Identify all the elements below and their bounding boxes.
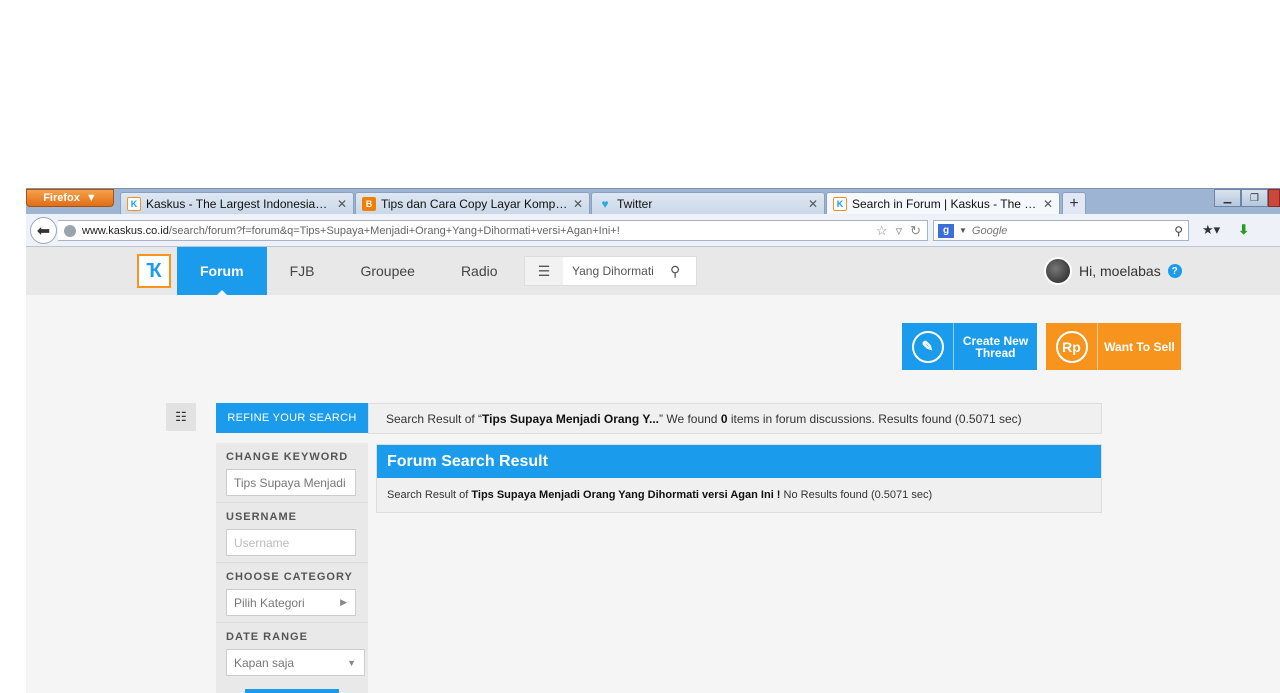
summary-suffix: items in forum discussions. Results foun…: [727, 411, 1022, 426]
download-icon[interactable]: ⬇: [1238, 222, 1249, 238]
globe-icon: [64, 224, 76, 237]
site-search: ☰ Yang Dihormati ⚲: [524, 256, 697, 286]
google-icon: g: [938, 223, 954, 238]
nav-radio[interactable]: Radio: [438, 247, 521, 295]
result-query: Tips Supaya Menjadi Orang Yang Dihormati…: [471, 489, 781, 501]
date-range-select[interactable]: Kapan saja ▼: [226, 649, 365, 676]
reload-icon[interactable]: ↻: [910, 223, 921, 239]
category-group: CHOOSE CATEGORY Pilih Kategori ▶: [216, 563, 368, 623]
browser-tab-kaskus[interactable]: K Kaskus - The Largest Indonesian Com...…: [120, 192, 354, 215]
firefox-menu-button[interactable]: Firefox ▼: [26, 189, 114, 207]
rupiah-icon: Rp: [1055, 330, 1088, 363]
list-icon[interactable]: ☰: [525, 257, 563, 285]
restore-button[interactable]: ❐: [1241, 189, 1268, 207]
avatar[interactable]: [1044, 257, 1072, 285]
nav-fjb[interactable]: FJB: [267, 247, 338, 295]
result-prefix: Search Result of: [387, 489, 472, 501]
category-value: Pilih Kategori: [234, 595, 305, 610]
category-select[interactable]: Pilih Kategori ▶: [226, 589, 356, 616]
username-input[interactable]: Username: [226, 529, 356, 556]
toolbar-icons: ★▾ ⬇: [1202, 222, 1249, 238]
username-label: USERNAME: [226, 511, 297, 523]
twitter-favicon-icon: ♥: [601, 197, 609, 211]
chevron-down-icon[interactable]: ▼: [959, 226, 967, 235]
search-icon[interactable]: ⚲: [1174, 224, 1183, 238]
main-nav: Forum FJB Groupee Radio: [177, 247, 521, 295]
blank-area: [0, 0, 1280, 188]
result-title: Forum Search Result: [377, 445, 1101, 478]
list-toggle-icon[interactable]: ☷: [166, 403, 196, 431]
browser-tabstrip: Firefox ▼ K Kaskus - The Largest Indones…: [26, 188, 1280, 215]
summary-prefix: Search Result of “: [386, 411, 483, 426]
blogger-favicon-icon: B: [362, 197, 376, 211]
want-to-sell-button[interactable]: Rp Want To Sell: [1046, 323, 1181, 370]
bookmarks-menu-icon[interactable]: ★▾: [1202, 222, 1220, 238]
help-icon[interactable]: ?: [1167, 264, 1182, 278]
site-search-input[interactable]: Yang Dihormati: [563, 264, 670, 278]
nav-groupee[interactable]: Groupee: [337, 247, 437, 295]
search-placeholder: Google: [971, 224, 1008, 237]
search-submit-button[interactable]: [245, 689, 339, 693]
keyword-group: CHANGE KEYWORD Tips Supaya Menjadi: [216, 443, 368, 503]
browser-tab-tips[interactable]: B Tips dan Cara Copy Layar Komputer ... …: [355, 192, 590, 215]
kaskus-favicon-icon: K: [127, 197, 141, 211]
tab-label: Search in Forum | Kaskus - The Large...: [852, 197, 1038, 211]
pencil-icon: ✎: [911, 330, 944, 363]
browser-tab-search[interactable]: K Search in Forum | Kaskus - The Large..…: [826, 192, 1060, 215]
search-icon[interactable]: ⚲: [670, 263, 696, 280]
nav-forum[interactable]: Forum: [177, 247, 267, 295]
keyword-label: CHANGE KEYWORD: [226, 451, 349, 463]
new-tab-button[interactable]: +: [1062, 192, 1086, 214]
tab-label: Kaskus - The Largest Indonesian Com...: [146, 197, 332, 211]
user-menu[interactable]: Hi, moelabas ?: [1044, 257, 1182, 285]
summary-middle: ” We found: [659, 411, 721, 426]
chevron-right-icon: ▶: [340, 597, 347, 607]
url-bar[interactable]: www.kaskus.co.id/search/forum?f=forum&q=…: [58, 220, 928, 241]
category-label: CHOOSE CATEGORY: [226, 571, 353, 583]
date-group: DATE RANGE Kapan saja ▼: [216, 623, 368, 683]
close-window-button[interactable]: [1268, 189, 1280, 207]
summary-count: 0: [720, 411, 728, 426]
chevron-down-icon: ▼: [347, 657, 356, 668]
window-controls: ▁ ❐: [1214, 189, 1280, 207]
summary-query: Tips Supaya Menjadi Orang Y...: [482, 411, 659, 426]
kaskus-logo[interactable]: Ҡ: [137, 254, 171, 288]
date-label: DATE RANGE: [226, 631, 308, 643]
minimize-button[interactable]: ▁: [1214, 189, 1241, 207]
history-dropdown-icon[interactable]: ▿: [896, 223, 903, 239]
username-group: USERNAME Username: [216, 503, 368, 563]
refine-search-tab[interactable]: REFINE YOUR SEARCH: [216, 403, 368, 433]
refine-sidebar: CHANGE KEYWORD Tips Supaya Menjadi USERN…: [216, 443, 368, 693]
kaskus-header: Ҡ Forum FJB Groupee Radio ☰ Yang Dihorma…: [26, 247, 1280, 295]
close-icon[interactable]: ✕: [1043, 197, 1053, 211]
close-icon[interactable]: ✕: [573, 197, 583, 211]
browser-search-bar[interactable]: g ▼ Google ⚲: [933, 220, 1189, 241]
forum-search-result: Forum Search Result Search Result of Tip…: [376, 444, 1102, 513]
user-greeting[interactable]: Hi, moelabas: [1079, 263, 1161, 279]
result-suffix: No Results found (0.5071 sec): [780, 489, 933, 501]
browser-navbar: ⬅ www.kaskus.co.id/search/forum?f=forum&…: [26, 214, 1280, 247]
close-icon[interactable]: ✕: [808, 197, 818, 211]
search-summary: Search Result of “ Tips Supaya Menjadi O…: [368, 403, 1102, 434]
create-thread-label: Create New Thread: [962, 333, 1029, 360]
keyword-input[interactable]: Tips Supaya Menjadi: [226, 469, 356, 496]
close-icon[interactable]: ✕: [337, 197, 347, 211]
tab-label: Twitter: [617, 197, 653, 211]
tab-label: Tips dan Cara Copy Layar Komputer ...: [381, 197, 568, 211]
url-path: /search/forum?f=forum&q=Tips+Supaya+Menj…: [168, 224, 620, 237]
result-text: Search Result of Tips Supaya Menjadi Ora…: [377, 478, 1101, 501]
firefox-menu-label: Firefox: [43, 192, 80, 204]
back-arrow-icon: ⬅: [36, 222, 51, 240]
kaskus-favicon-icon: K: [833, 197, 847, 211]
want-to-sell-label: Want To Sell: [1104, 339, 1175, 354]
create-thread-button[interactable]: ✎ Create New Thread: [902, 323, 1037, 370]
browser-tab-twitter[interactable]: ♥ Twitter ✕: [591, 192, 825, 215]
bookmark-star-icon[interactable]: ☆: [876, 223, 888, 239]
kaskus-body: ✎ Create New Thread Rp Want To Sell ☷ RE…: [26, 295, 1280, 693]
back-button[interactable]: ⬅: [30, 217, 57, 244]
url-domain: www.kaskus.co.id: [82, 224, 169, 237]
chevron-down-icon: ▼: [85, 192, 97, 204]
date-range-value: Kapan saja: [234, 655, 295, 670]
